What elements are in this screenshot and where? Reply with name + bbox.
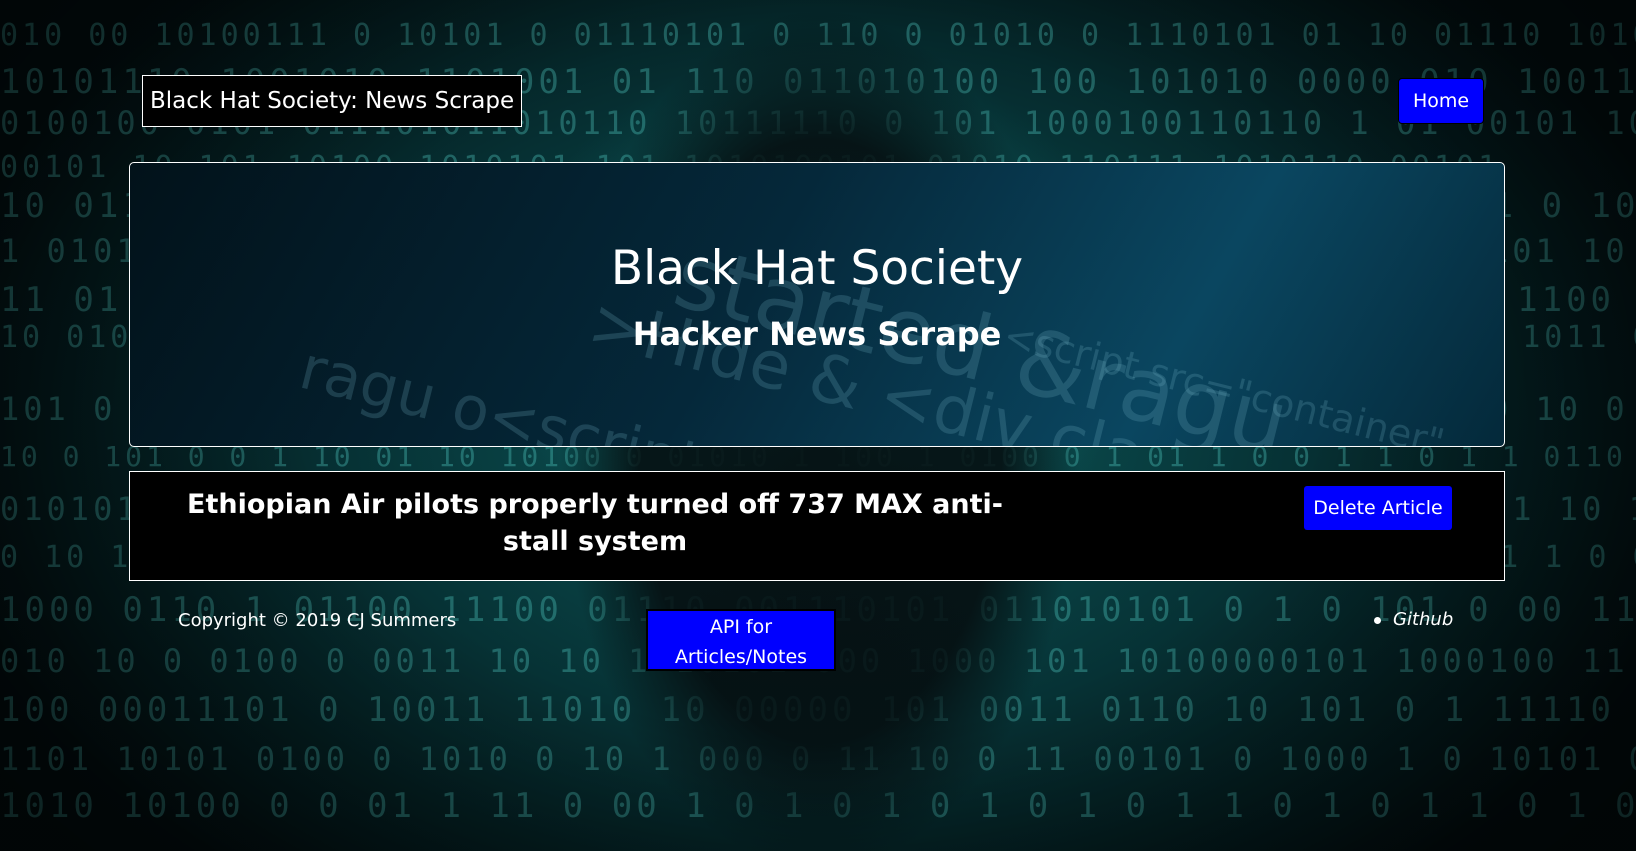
footer-links: Github [1374,609,1453,630]
api-articles-notes-button[interactable]: API for Articles/Notes [646,609,836,671]
bullet-icon [1374,616,1381,624]
article-title-link[interactable]: Ethiopian Air pilots properly turned off… [170,486,1020,560]
jumbotron-banner: started &ragu >Hide & <div class= ragu o… [129,162,1505,447]
home-button[interactable]: Home [1398,78,1484,124]
jumbotron-subtitle: Hacker News Scrape [632,315,1002,353]
github-link-item[interactable]: Github [1374,609,1453,630]
delete-article-button[interactable]: Delete Article [1304,486,1452,530]
jumbotron-title: Black Hat Society [610,241,1024,296]
github-link[interactable]: Github [1393,609,1453,630]
footer-copyright: Copyright © 2019 CJ Summers [178,610,457,631]
navbar-brand[interactable]: Black Hat Society: News Scrape [142,75,523,127]
article-card: Ethiopian Air pilots properly turned off… [129,471,1505,581]
